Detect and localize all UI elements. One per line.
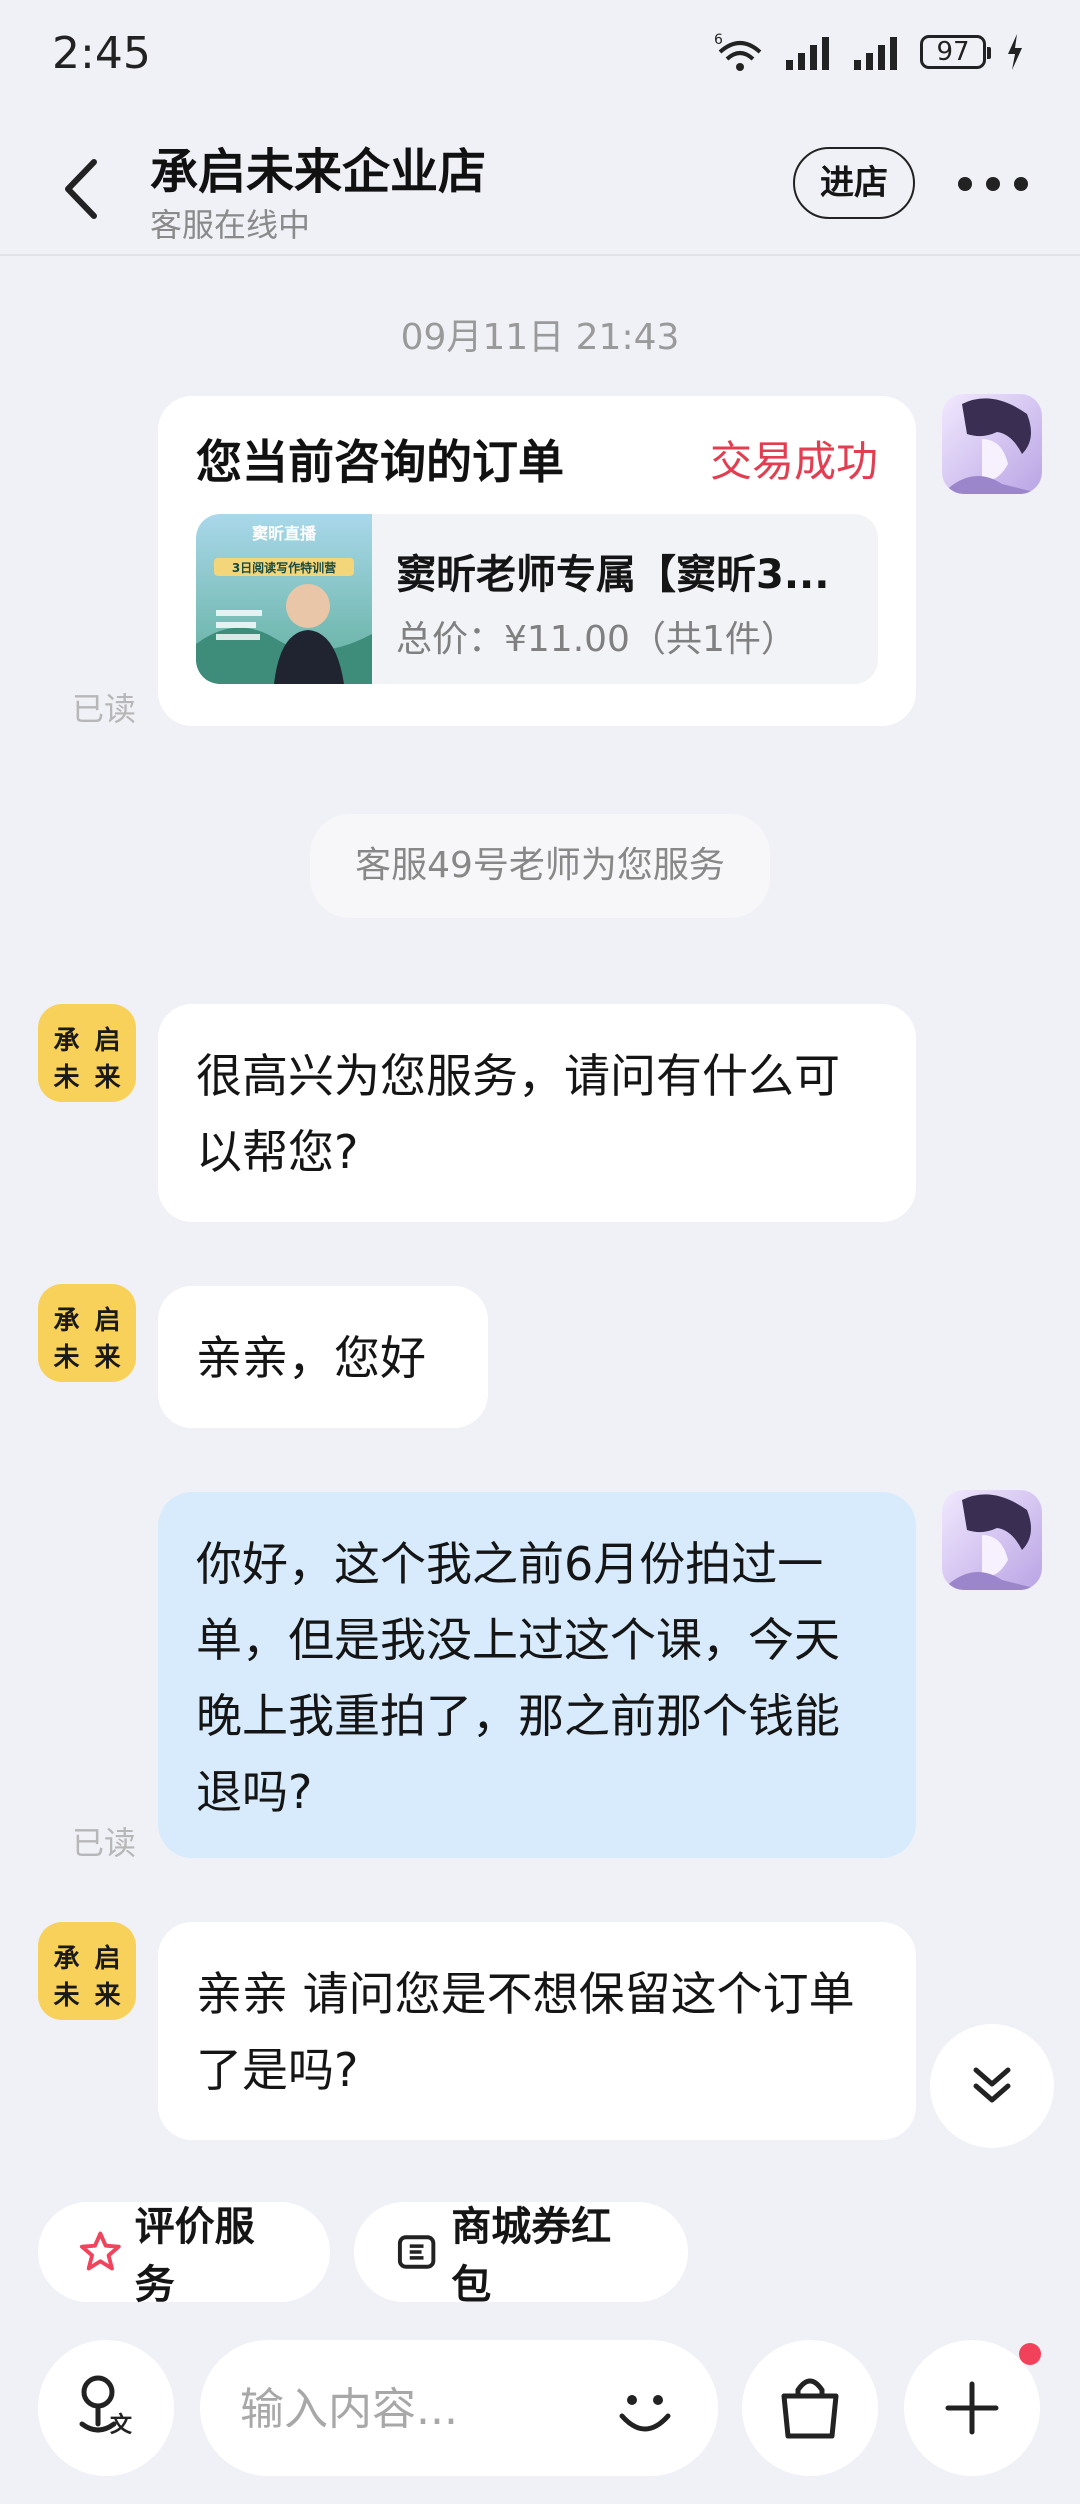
product-name: 窦昕老师专属【窦昕3... bbox=[396, 552, 830, 598]
svg-text:文: 文 bbox=[110, 2412, 133, 2438]
read-receipt: 已读 bbox=[72, 1824, 137, 1862]
read-receipt: 已读 bbox=[72, 690, 137, 728]
network-badge: 6 bbox=[714, 32, 723, 48]
charging-icon bbox=[1008, 34, 1022, 70]
double-chevron-down-icon bbox=[973, 2067, 1011, 2103]
avatar-char: 启 bbox=[94, 1944, 121, 1974]
message-bubble-shop[interactable]: 亲亲，您好 bbox=[158, 1286, 488, 1428]
chat-header: 承启未来企业店 客服在线中 进店 bbox=[0, 120, 1080, 256]
message-bubble-user[interactable]: 你好，这个我之前6月份拍过一单，但是我没上过这个课，今天晚上我重拍了，那之前那个… bbox=[158, 1492, 916, 1858]
avatar-char: 来 bbox=[94, 1981, 121, 2011]
battery-indicator: 97 bbox=[920, 35, 991, 69]
shop-avatar[interactable]: 承启 未来 bbox=[38, 1004, 136, 1102]
avatar-char: 未 bbox=[53, 1981, 80, 2011]
order-card-title: 您当前咨询的订单 bbox=[196, 435, 564, 489]
user-avatar[interactable] bbox=[942, 394, 1042, 494]
coupons-label: 商城券红包 bbox=[451, 2204, 612, 2308]
enter-store-button[interactable]: 进店 bbox=[793, 147, 915, 219]
notification-dot bbox=[1019, 2343, 1041, 2365]
more-menu-icon[interactable] bbox=[958, 172, 1028, 196]
order-status: 交易成功 bbox=[709, 437, 878, 486]
product-thumbnail: 窦昕直播 3日阅读写作特训营 bbox=[196, 514, 372, 684]
user-avatar[interactable] bbox=[942, 1490, 1042, 1590]
rate-service-chip[interactable]: 评价服务 bbox=[38, 2202, 330, 2308]
signal-icon bbox=[786, 37, 829, 70]
order-card[interactable]: 您当前咨询的订单 交易成功 窦昕直播 3日阅读写作特训营 窦昕老师专属【窦昕3.… bbox=[158, 396, 916, 726]
avatar-char: 启 bbox=[94, 1026, 121, 1056]
coupons-chip[interactable]: 商城券红包 bbox=[354, 2202, 688, 2308]
message-input[interactable] bbox=[238, 2374, 582, 2444]
scroll-to-bottom-button[interactable] bbox=[930, 2024, 1054, 2148]
star-icon bbox=[79, 2231, 121, 2271]
order-product[interactable]: 窦昕直播 3日阅读写作特训营 窦昕老师专属【窦昕3... 总价：¥11.00（共… bbox=[196, 514, 878, 684]
system-notice: 客服49号老师为您服务 bbox=[310, 814, 770, 918]
avatar-char: 未 bbox=[53, 1343, 80, 1373]
more-actions-button[interactable] bbox=[904, 2340, 1040, 2476]
message-timestamp: 09月11日 21:43 bbox=[400, 317, 680, 358]
coupon-icon bbox=[397, 2235, 436, 2269]
message-bubble-shop[interactable]: 很高兴为您服务，请问有什么可以帮您? bbox=[158, 1004, 916, 1222]
status-time: 2:45 bbox=[52, 28, 151, 79]
emoji-icon[interactable] bbox=[608, 2374, 682, 2448]
avatar-char: 承 bbox=[53, 1944, 80, 1974]
signal-icon-2 bbox=[854, 37, 897, 70]
product-price: 总价：¥11.00（共1件） bbox=[396, 619, 797, 660]
avatar-char: 来 bbox=[94, 1343, 121, 1373]
rate-service-label: 评价服务 bbox=[134, 2204, 255, 2308]
avatar-char: 来 bbox=[94, 1063, 121, 1093]
avatar-char: 承 bbox=[53, 1306, 80, 1336]
product-bag-button[interactable] bbox=[742, 2340, 878, 2476]
plus-icon bbox=[945, 2381, 999, 2435]
avatar-char: 承 bbox=[53, 1026, 80, 1056]
message-bubble-shop[interactable]: 亲亲 请问您是不想保留这个订单了是吗? bbox=[158, 1922, 916, 2140]
back-arrow-icon[interactable] bbox=[58, 154, 108, 224]
avatar-char: 启 bbox=[94, 1306, 121, 1336]
status-icons: 6 97 bbox=[712, 28, 1024, 76]
shop-avatar[interactable]: 承启 未来 bbox=[38, 1284, 136, 1382]
wifi-icon: 6 bbox=[714, 32, 762, 71]
service-status: 客服在线中 bbox=[150, 206, 311, 244]
voice-to-text-icon: 文 bbox=[79, 2375, 133, 2438]
avatar-char: 未 bbox=[53, 1063, 80, 1093]
thumbnail-title: 窦昕直播 bbox=[251, 524, 316, 543]
message-input-container[interactable] bbox=[200, 2340, 718, 2476]
shop-name: 承启未来企业店 bbox=[150, 144, 487, 200]
voice-input-button[interactable]: 文 bbox=[38, 2340, 174, 2476]
shopping-bag-icon bbox=[781, 2378, 839, 2439]
thumbnail-subtitle: 3日阅读写作特训营 bbox=[231, 561, 337, 575]
shop-avatar[interactable]: 承启 未来 bbox=[38, 1922, 136, 2020]
